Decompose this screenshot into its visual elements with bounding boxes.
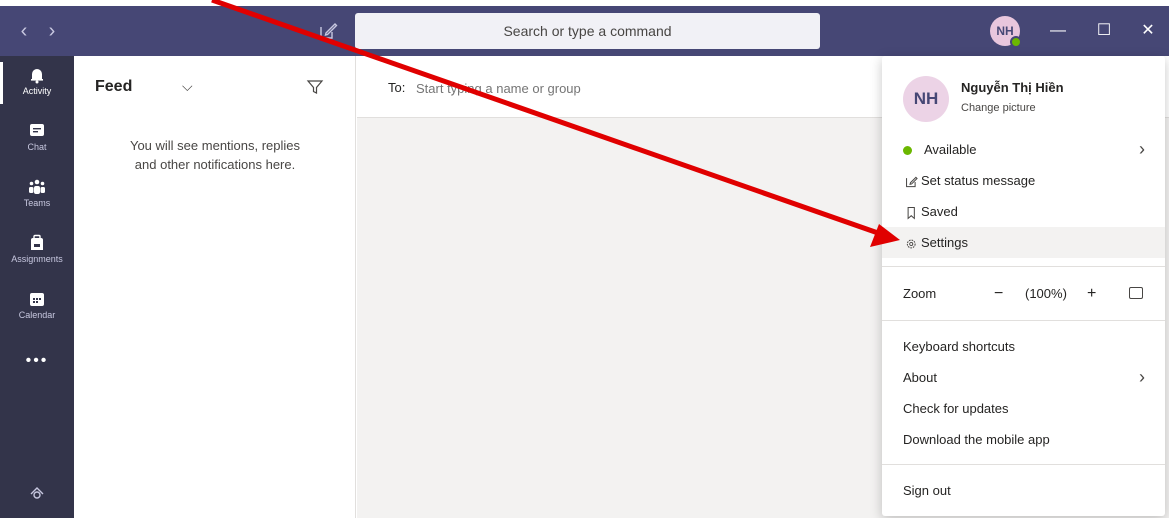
rail-item-label: Assignments <box>11 254 63 264</box>
menu-divider <box>882 266 1165 267</box>
back-arrow-icon[interactable]: ‹ <box>12 6 36 56</box>
profile-menu: NH Nguyễn Thị Hiền Change picture Availa… <box>882 56 1165 516</box>
assignments-icon <box>31 234 43 250</box>
menu-divider <box>882 464 1165 465</box>
app-rail: Activity Chat Teams Assignments Calendar… <box>0 56 74 518</box>
search-input[interactable]: Search or type a command <box>355 13 820 49</box>
set-status-message-item[interactable]: Set status message <box>882 165 1165 196</box>
avatar-initials: NH <box>996 24 1014 38</box>
check-updates-item[interactable]: Check for updates <box>882 393 1165 424</box>
zoom-in-button[interactable]: + <box>1087 278 1096 309</box>
to-label: To: <box>388 80 406 95</box>
profile-avatar[interactable]: NH <box>990 16 1022 48</box>
rail-item-label: Chat <box>27 142 47 152</box>
settings-item[interactable]: Settings <box>882 227 1165 258</box>
set-status-label: Set status message <box>921 173 1036 188</box>
feed-title[interactable]: Feed <box>95 78 132 96</box>
chevron-right-icon: › <box>1139 367 1145 387</box>
menu-divider <box>882 320 1165 321</box>
user-name: Nguyễn Thị Hiền <box>961 80 1064 95</box>
rail-item-assignments[interactable]: Assignments <box>0 226 74 276</box>
menu-avatar[interactable]: NH <box>903 76 949 122</box>
settings-label: Settings <box>921 235 968 250</box>
edit-status-icon <box>906 176 918 187</box>
chevron-right-icon: › <box>1139 139 1145 159</box>
activity-feed-panel: Feed ⌵ You will see mentions, replies an… <box>74 56 356 518</box>
keyboard-shortcuts-item[interactable]: Keyboard shortcuts <box>882 331 1165 362</box>
gear-icon <box>906 239 916 248</box>
zoom-out-button[interactable]: − <box>994 278 1003 309</box>
close-button[interactable]: ✕ <box>1130 6 1166 56</box>
feed-empty-line: You will see mentions, replies <box>129 138 301 153</box>
bookmark-icon <box>907 206 915 220</box>
rail-item-label: Activity <box>22 86 52 96</box>
zoom-level: (100%) <box>1025 286 1067 301</box>
rail-item-activity[interactable]: Activity <box>0 58 74 108</box>
recipient-input[interactable] <box>414 78 814 98</box>
about-label: About <box>903 370 937 385</box>
rail-item-teams[interactable]: Teams <box>0 170 74 220</box>
status-available-item[interactable]: Available › <box>882 134 1165 165</box>
minimize-button[interactable]: — <box>1040 6 1076 56</box>
forward-arrow-icon[interactable]: › <box>40 6 64 56</box>
feed-empty-message: You will see mentions, replies and other… <box>74 136 356 174</box>
chevron-down-icon[interactable]: ⌵ <box>182 78 193 95</box>
new-chat-icon[interactable] <box>318 21 338 41</box>
available-status-dot <box>1010 36 1022 48</box>
filter-icon[interactable] <box>306 78 324 96</box>
fit-screen-icon[interactable] <box>1129 287 1143 299</box>
available-status-dot <box>903 146 912 156</box>
more-apps-icon[interactable]: ••• <box>0 352 74 370</box>
teams-icon <box>29 179 45 194</box>
status-label: Available <box>924 142 977 157</box>
title-bar-strip: ‹ › Search or type a command NH — ☐ ✕ <box>0 6 1169 56</box>
chat-icon <box>30 124 44 136</box>
saved-label: Saved <box>921 204 958 219</box>
feed-empty-line: and other notifications here. <box>134 157 296 172</box>
saved-item[interactable]: Saved <box>882 196 1165 227</box>
calendar-icon <box>30 293 44 306</box>
help-icon[interactable] <box>27 480 47 500</box>
download-mobile-app-item[interactable]: Download the mobile app <box>882 424 1165 455</box>
rail-item-calendar[interactable]: Calendar <box>0 282 74 332</box>
bell-icon <box>31 69 43 84</box>
sign-out-item[interactable]: Sign out <box>882 475 1165 506</box>
rail-item-label: Teams <box>23 198 51 208</box>
rail-item-label: Calendar <box>18 310 56 320</box>
title-bar: ‹ › Search or type a command NH — ☐ ✕ <box>0 0 1169 62</box>
maximize-button[interactable]: ☐ <box>1086 6 1122 56</box>
about-item[interactable]: About › <box>882 362 1165 393</box>
zoom-label: Zoom <box>903 286 937 301</box>
zoom-row: Zoom − (100%) + <box>882 278 1165 309</box>
change-picture-link[interactable]: Change picture <box>961 102 1036 114</box>
rail-item-chat[interactable]: Chat <box>0 114 74 164</box>
